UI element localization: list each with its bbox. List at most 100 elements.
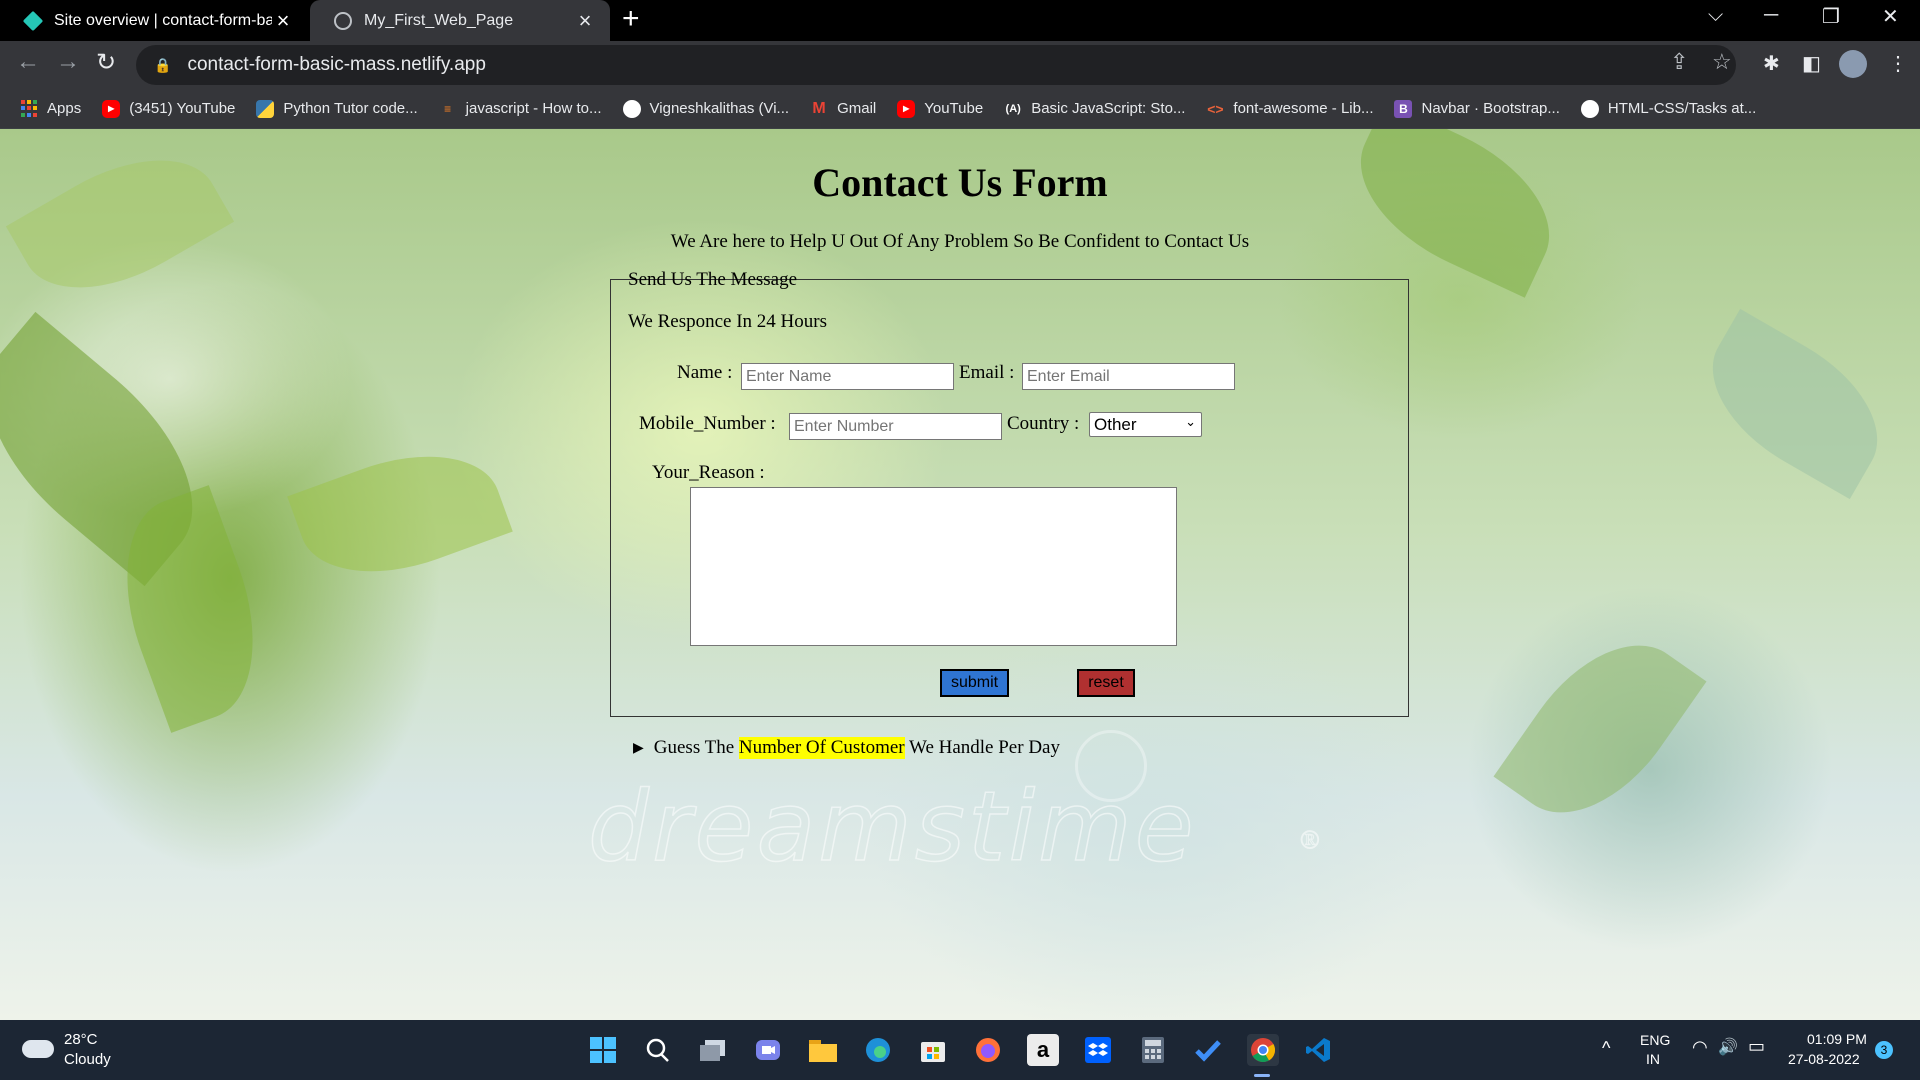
watermark-registered-mark: ® xyxy=(1300,825,1321,855)
email-input[interactable] xyxy=(1022,363,1235,390)
bookmark-python-tutor[interactable]: Python Tutor code... xyxy=(256,99,418,118)
windows-taskbar: 28°C Cloudy a ^ ENG IN ◠ 🔊 ▭ 01:09 PM 27… xyxy=(0,1020,1920,1080)
bookmark-freecodecamp[interactable]: (A) Basic JavaScript: Sto... xyxy=(1004,100,1186,118)
bookmark-star-icon[interactable]: ☆ xyxy=(1712,49,1732,75)
submit-button[interactable]: submit xyxy=(940,669,1009,697)
your-reason-label: Your_Reason : xyxy=(652,462,765,483)
email-label: Email : xyxy=(959,362,1015,383)
task-view-icon[interactable] xyxy=(697,1034,729,1066)
background-leaf xyxy=(1334,129,1576,298)
background-leaf xyxy=(5,129,235,322)
start-icon[interactable] xyxy=(587,1034,619,1066)
restore-button[interactable]: ❐ xyxy=(1822,4,1840,29)
chrome-icon[interactable] xyxy=(1247,1034,1279,1066)
back-button[interactable]: ← xyxy=(16,48,40,76)
bookmark-label: Apps xyxy=(47,100,82,117)
disclosure-triangle-icon[interactable]: ▶ xyxy=(633,740,644,757)
chat-icon[interactable] xyxy=(752,1034,784,1066)
apps-icon xyxy=(20,99,38,118)
contact-form-fieldset: Send Us The Message We Responce In 24 Ho… xyxy=(610,269,1409,717)
reason-textarea[interactable] xyxy=(690,487,1177,646)
profile-avatar[interactable] xyxy=(1839,50,1867,78)
gmail-icon: M xyxy=(812,99,826,117)
reload-button[interactable]: ↻ xyxy=(96,48,116,77)
file-explorer-icon[interactable] xyxy=(807,1034,839,1066)
background-leaf xyxy=(1685,308,1905,500)
background-leaf xyxy=(287,428,513,600)
bookmark-github-html-css[interactable]: HTML-CSS/Tasks at... xyxy=(1580,99,1756,118)
mobile-number-input[interactable] xyxy=(789,413,1002,440)
firefox-icon[interactable] xyxy=(972,1034,1004,1066)
battery-icon[interactable]: ▭ xyxy=(1748,1036,1765,1057)
edge-icon[interactable] xyxy=(862,1034,894,1066)
bookmark-cdnjs[interactable]: <> font-awesome - Lib... xyxy=(1206,100,1373,118)
bookmark-apps[interactable]: Apps xyxy=(20,99,82,118)
bookmark-youtube[interactable]: ▶ YouTube xyxy=(897,99,984,118)
language-code[interactable]: ENG xyxy=(1640,1032,1670,1048)
language-region[interactable]: IN xyxy=(1646,1051,1660,1067)
minimize-button[interactable]: ─ xyxy=(1764,4,1778,27)
globe-icon xyxy=(334,11,352,30)
python-icon xyxy=(256,99,275,118)
bookmark-label: (3451) YouTube xyxy=(129,100,236,117)
window-close-button[interactable]: ✕ xyxy=(1882,4,1899,29)
bookmark-youtube-3451[interactable]: ▶ (3451) YouTube xyxy=(102,99,236,118)
tab-my-first-web-page[interactable]: My_First_Web_Page × xyxy=(310,0,610,41)
browser-menu-icon[interactable]: ⋮ xyxy=(1888,51,1908,76)
cloud-icon[interactable] xyxy=(22,1040,54,1058)
notification-count-badge[interactable]: 3 xyxy=(1875,1041,1893,1059)
youtube-icon: ▶ xyxy=(897,99,916,118)
country-select[interactable]: Other ⌄ xyxy=(1089,412,1202,437)
close-tab-icon[interactable]: × xyxy=(574,8,596,34)
todo-icon[interactable] xyxy=(1192,1034,1224,1066)
new-tab-button[interactable]: + xyxy=(622,2,640,36)
fieldset-legend: Send Us The Message xyxy=(628,269,798,290)
bookmark-label: javascript - How to... xyxy=(465,100,602,117)
extensions-icon[interactable]: ✱ xyxy=(1763,51,1780,76)
mobile-number-label: Mobile_Number : xyxy=(639,413,776,434)
weather-condition[interactable]: Cloudy xyxy=(64,1051,111,1068)
clock-date[interactable]: 27-08-2022 xyxy=(1788,1051,1860,1067)
country-label: Country : xyxy=(1007,413,1080,434)
search-icon[interactable] xyxy=(642,1034,674,1066)
calculator-icon[interactable] xyxy=(1137,1034,1169,1066)
browser-toolbar: ← → ↻ 🔒 contact-form-basic-mass.netlify.… xyxy=(0,41,1920,89)
address-bar[interactable]: 🔒 contact-form-basic-mass.netlify.app xyxy=(136,45,1736,85)
vscode-icon[interactable] xyxy=(1302,1034,1334,1066)
share-icon[interactable]: ⇪ xyxy=(1670,49,1688,75)
tab-title: Site overview | contact-form-basic xyxy=(54,11,272,29)
clock-time[interactable]: 01:09 PM xyxy=(1807,1031,1867,1047)
wifi-icon[interactable]: ◠ xyxy=(1692,1037,1708,1058)
dreamstime-watermark: dreamstime xyxy=(587,770,1197,884)
page-viewport: dreamstime ® Contact Us Form We Are here… xyxy=(0,129,1920,1020)
tab-search-icon[interactable]: ⌵ xyxy=(1708,4,1723,27)
lock-icon[interactable]: 🔒 xyxy=(154,57,171,74)
bookmark-label: Python Tutor code... xyxy=(283,100,418,117)
bookmark-label: Gmail xyxy=(837,100,877,117)
customer-guess-details[interactable]: ▶ Guess The Number Of Customer We Handle… xyxy=(633,737,1060,759)
youtube-icon: ▶ xyxy=(102,99,121,118)
close-tab-icon[interactable]: × xyxy=(272,8,294,34)
volume-icon[interactable]: 🔊 xyxy=(1718,1037,1738,1057)
bookmark-label: YouTube xyxy=(924,100,984,117)
bookmark-stackoverflow[interactable]: ≡ javascript - How to... xyxy=(439,100,602,118)
bookmark-github-vigneshkalithas[interactable]: Vigneshkalithas (Vi... xyxy=(622,99,789,118)
weather-temperature[interactable]: 28°C xyxy=(64,1031,98,1048)
dropbox-icon[interactable] xyxy=(1082,1034,1114,1066)
tab-site-overview[interactable]: Site overview | contact-form-basic × xyxy=(0,0,308,41)
name-label: Name : xyxy=(677,362,733,383)
reset-button[interactable]: reset xyxy=(1077,669,1135,697)
bootstrap-icon: B xyxy=(1394,99,1413,118)
country-selected-value: Other xyxy=(1094,414,1137,434)
show-hidden-icons-chevron-icon[interactable]: ^ xyxy=(1602,1038,1610,1059)
response-note: We Responce In 24 Hours xyxy=(628,311,827,332)
name-input[interactable] xyxy=(741,363,954,390)
amazon-icon[interactable]: a xyxy=(1027,1034,1059,1066)
url-text[interactable]: contact-form-basic-mass.netlify.app xyxy=(187,54,485,76)
bookmark-gmail[interactable]: M Gmail xyxy=(810,100,876,118)
background-leaf xyxy=(1493,612,1707,846)
side-panel-icon[interactable]: ◧ xyxy=(1802,51,1821,76)
forward-button[interactable]: → xyxy=(56,48,80,76)
bookmark-bootstrap[interactable]: B Navbar · Bootstrap... xyxy=(1394,99,1560,118)
store-icon[interactable] xyxy=(917,1034,949,1066)
